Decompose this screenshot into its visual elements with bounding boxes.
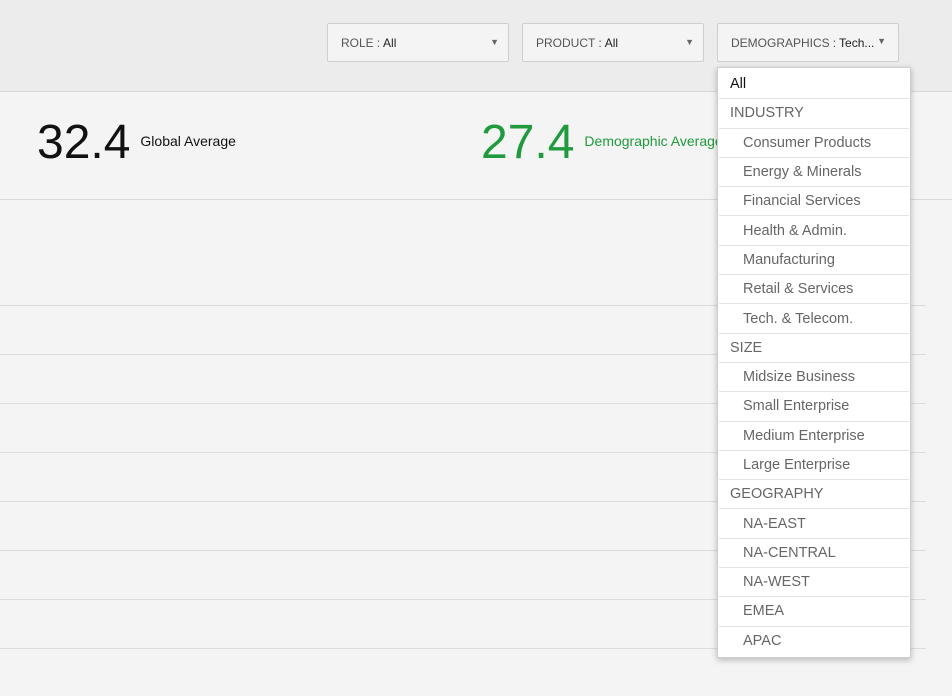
- product-filter-label: PRODUCT: [536, 35, 596, 50]
- menu-option[interactable]: Retail & Services: [719, 275, 909, 305]
- chevron-down-icon: ▼: [877, 36, 886, 46]
- chevron-down-icon: ▼: [685, 37, 694, 47]
- menu-option[interactable]: EMEA: [719, 597, 909, 627]
- menu-option[interactable]: Midsize Business: [719, 363, 909, 393]
- demographics-filter-value: Tech...: [839, 35, 875, 50]
- global-average-label: Global Average: [140, 133, 236, 149]
- menu-option[interactable]: NA-WEST: [719, 568, 909, 598]
- menu-option[interactable]: Health & Admin.: [719, 216, 909, 246]
- menu-option[interactable]: Energy & Minerals: [719, 158, 909, 188]
- menu-option[interactable]: Medium Enterprise: [719, 422, 909, 451]
- role-filter-dropdown[interactable]: ROLE : All ▼: [327, 23, 509, 62]
- role-filter-value: All: [383, 35, 397, 50]
- menu-option[interactable]: Financial Services: [719, 187, 909, 217]
- menu-group-header: INDUSTRY: [719, 99, 909, 129]
- chevron-down-icon: ▼: [490, 37, 499, 47]
- demographics-filter-label: DEMOGRAPHICS: [731, 35, 830, 50]
- demographics-filter-separator: :: [832, 35, 837, 50]
- role-filter-label: ROLE: [341, 35, 374, 50]
- menu-option[interactable]: APAC: [719, 627, 909, 656]
- menu-option[interactable]: Tech. & Telecom.: [719, 304, 909, 334]
- demographic-average-value: 27.4: [481, 116, 575, 169]
- product-filter-dropdown[interactable]: PRODUCT : All ▼: [522, 23, 704, 62]
- demographics-filter-dropdown[interactable]: DEMOGRAPHICS : Tech... ▼: [717, 23, 899, 62]
- product-filter-separator: :: [598, 35, 602, 50]
- menu-option[interactable]: Consumer Products: [719, 129, 909, 158]
- global-average-value: 32.4: [37, 116, 131, 169]
- product-filter-value: All: [604, 35, 619, 50]
- menu-option[interactable]: Large Enterprise: [719, 451, 909, 481]
- menu-group-header: GEOGRAPHY: [719, 480, 909, 510]
- menu-group-header: SIZE: [719, 334, 909, 363]
- menu-option[interactable]: NA-EAST: [719, 509, 909, 539]
- demographics-menu: All INDUSTRY Consumer Products Energy & Mi…: [717, 67, 911, 658]
- role-filter-separator: :: [376, 35, 381, 50]
- global-average-stat: 32.4 Global Average: [37, 117, 236, 169]
- menu-option[interactable]: NA-CENTRAL: [719, 539, 909, 569]
- menu-item-all[interactable]: All: [719, 70, 909, 100]
- demographic-average-stat: 27.4 Demographic Average: [481, 117, 723, 169]
- menu-option[interactable]: Small Enterprise: [719, 392, 909, 422]
- menu-option[interactable]: Manufacturing: [719, 246, 909, 276]
- demographic-average-label: Demographic Average: [584, 133, 723, 149]
